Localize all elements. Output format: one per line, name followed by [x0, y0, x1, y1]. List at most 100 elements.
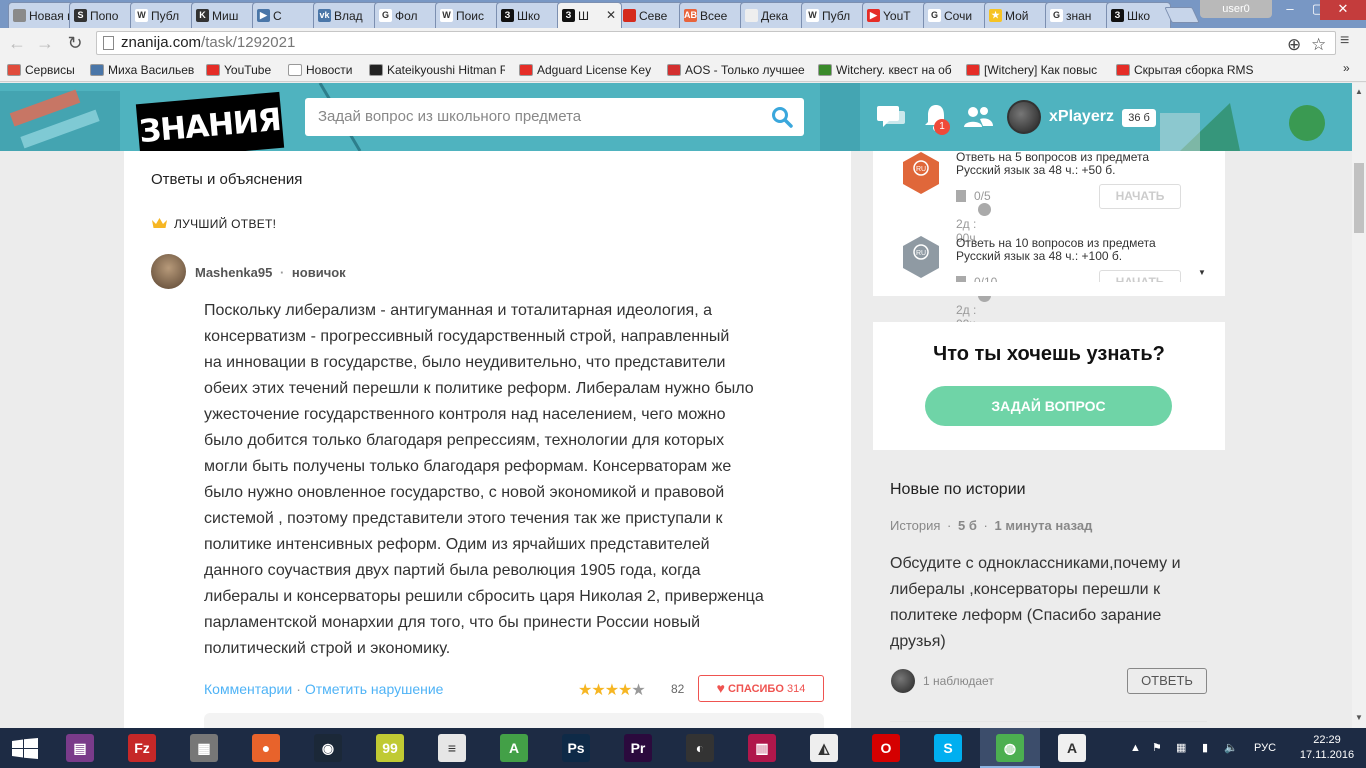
tray-flag-icon[interactable]: ⚑: [1152, 728, 1162, 768]
browser-tab[interactable]: ▶ С: [252, 2, 317, 28]
bookmark-item[interactable]: Adguard License Key: [519, 62, 654, 78]
question-subject[interactable]: История: [890, 518, 940, 533]
browser-tab[interactable]: Дека: [740, 2, 805, 28]
network-icon[interactable]: ▦: [1176, 728, 1186, 768]
chrome-menu-icon[interactable]: ≡: [1340, 32, 1349, 50]
browser-tab[interactable]: З Шко: [496, 2, 561, 28]
taskbar-app-notepad[interactable]: ≡: [422, 728, 482, 768]
star-icon[interactable]: ★: [605, 682, 619, 699]
bookmark-item[interactable]: Сервисы: [7, 62, 82, 78]
link-separator: ·: [296, 681, 301, 697]
comments-link[interactable]: Комментарии: [204, 681, 292, 697]
tasks-scrollbar[interactable]: ▼: [1196, 151, 1210, 282]
author-avatar[interactable]: [151, 254, 186, 289]
taskbar-app-documents[interactable]: A: [1042, 728, 1102, 768]
minimize-button[interactable]: –: [1276, 0, 1304, 20]
taskbar-app-obs[interactable]: ◐: [670, 728, 730, 768]
tab-label: Ш: [578, 9, 589, 23]
address-bar[interactable]: znanija.com/task/1292021 ⊕ ☆: [96, 31, 1336, 55]
taskbar-app-premiere[interactable]: Pr: [608, 728, 668, 768]
taskbar-app-chrome[interactable]: ◍: [980, 728, 1040, 768]
bookmark-item[interactable]: Witchery. квест на об: [818, 62, 954, 78]
browser-tab[interactable]: W Публ: [130, 2, 195, 28]
star-icon[interactable]: ★: [618, 682, 632, 699]
zoom-icon[interactable]: ⊕: [1287, 34, 1301, 56]
taskbar-app-wolf[interactable]: ◭: [794, 728, 854, 768]
page-scrollbar[interactable]: ▲ ▼: [1352, 83, 1366, 728]
taskbar-app-steam[interactable]: ◉: [298, 728, 358, 768]
task-start-button[interactable]: НАЧАТЬ: [1099, 184, 1181, 209]
rating-stars[interactable]: ★★★★★: [578, 680, 646, 700]
browser-tab[interactable]: ▶ YouT: [862, 2, 927, 28]
bookmark-item[interactable]: [Witchery] Как повыс: [966, 62, 1103, 78]
bookmark-item[interactable]: AOS - Только лучшее: [667, 62, 805, 78]
browser-tab[interactable]: K Миш: [191, 2, 256, 28]
browser-tab[interactable]: G Сочи: [923, 2, 988, 28]
reload-icon[interactable]: ↻: [64, 32, 86, 54]
browser-tab[interactable]: Новая в: [8, 2, 73, 28]
star-icon[interactable]: ★: [578, 682, 592, 699]
friends-icon[interactable]: [962, 101, 994, 133]
taskbar-app-app-grid[interactable]: ▦: [174, 728, 234, 768]
close-window-button[interactable]: ✕: [1320, 0, 1366, 20]
taskbar-app-winrar[interactable]: ▤: [50, 728, 110, 768]
username[interactable]: xPlayerz: [1049, 108, 1114, 126]
bookmark-star-icon[interactable]: ☆: [1311, 34, 1326, 56]
author-name[interactable]: Mashenka95: [195, 265, 272, 280]
scroll-up-arrow-icon[interactable]: ▲: [1355, 87, 1363, 96]
thanks-button[interactable]: ♥ СПАСИБО 314: [698, 675, 824, 702]
bookmarks-overflow-button[interactable]: »: [1343, 61, 1350, 75]
report-link[interactable]: Отметить нарушение: [305, 681, 444, 697]
taskbar-app-firefox[interactable]: ●: [236, 728, 296, 768]
taskbar-app-monitor-99[interactable]: 99: [360, 728, 420, 768]
browser-tab[interactable]: vk Влад: [313, 2, 378, 28]
browser-tab[interactable]: З Шко: [1106, 2, 1171, 28]
ask-question-button[interactable]: ЗАДАЙ ВОПРОС: [925, 386, 1172, 426]
scroll-down-arrow-icon[interactable]: ▼: [1355, 713, 1363, 722]
taskbar-app-a-app[interactable]: A: [484, 728, 544, 768]
browser-tab[interactable]: Gзнан: [1045, 2, 1110, 28]
tab-label: Новая в: [29, 9, 73, 23]
volume-icon[interactable]: 🔈: [1224, 728, 1238, 768]
browser-tab[interactable]: G Фол: [374, 2, 439, 28]
browser-tab[interactable]: S Попо: [69, 2, 134, 28]
star-icon[interactable]: ★: [591, 682, 605, 699]
browser-tab[interactable]: АВ Всее: [679, 2, 744, 28]
scroll-down-arrow-icon[interactable]: ▼: [1198, 268, 1206, 277]
best-answer-label: ЛУЧШИЙ ОТВЕТ!: [151, 217, 276, 231]
bookmark-item[interactable]: YouTube: [206, 62, 280, 78]
windows-start-icon[interactable]: [12, 738, 38, 760]
user-points-badge: 36 б: [1122, 109, 1156, 127]
language-indicator[interactable]: РУС: [1254, 728, 1276, 768]
browser-tab[interactable]: ★ Мой: [984, 2, 1049, 28]
search-input[interactable]: Задай вопрос из школьного предмета: [305, 98, 804, 136]
star-icon[interactable]: ★: [631, 682, 645, 699]
forward-arrow-icon[interactable]: →: [34, 32, 56, 54]
browser-tab[interactable]: W Поис: [435, 2, 500, 28]
bookmark-item[interactable]: Скрытая сборка RMS: [1116, 62, 1256, 78]
bookmark-item[interactable]: Миха Васильев: [90, 62, 198, 78]
taskbar-app-photoshop[interactable]: Ps: [546, 728, 606, 768]
bookmark-item[interactable]: Kateikyoushi Hitman R: [369, 62, 505, 78]
taskbar-app-filezilla[interactable]: Fz: [112, 728, 172, 768]
taskbar-app-opera[interactable]: O: [856, 728, 916, 768]
browser-tab[interactable]: З Ш ✕: [557, 2, 622, 28]
taskbar-app-winamp[interactable]: ▥: [732, 728, 792, 768]
user-avatar[interactable]: [1007, 100, 1041, 134]
scrollbar-thumb[interactable]: [1354, 163, 1364, 233]
taskbar-app-skype[interactable]: S: [918, 728, 978, 768]
search-icon[interactable]: [771, 106, 793, 128]
browser-tab[interactable]: Севе: [618, 2, 683, 28]
battery-icon[interactable]: ▮: [1202, 728, 1208, 768]
browser-tab[interactable]: W Публ: [801, 2, 866, 28]
profile-badge[interactable]: user0: [1200, 0, 1272, 18]
messages-icon[interactable]: [875, 101, 907, 133]
bookmark-item[interactable]: Новости: [288, 62, 356, 78]
back-arrow-icon[interactable]: ←: [6, 32, 28, 54]
question-text[interactable]: Обсудите с одноклассниками,почему и либе…: [890, 551, 1220, 655]
tray-expand-icon[interactable]: ▲: [1130, 728, 1141, 768]
tab-close-icon[interactable]: ✕: [606, 8, 616, 22]
tab-label: Мой: [1005, 9, 1029, 23]
clock[interactable]: 22:29 17.11.2016: [1296, 733, 1358, 763]
reply-button[interactable]: ОТВЕТЬ: [1127, 668, 1207, 694]
